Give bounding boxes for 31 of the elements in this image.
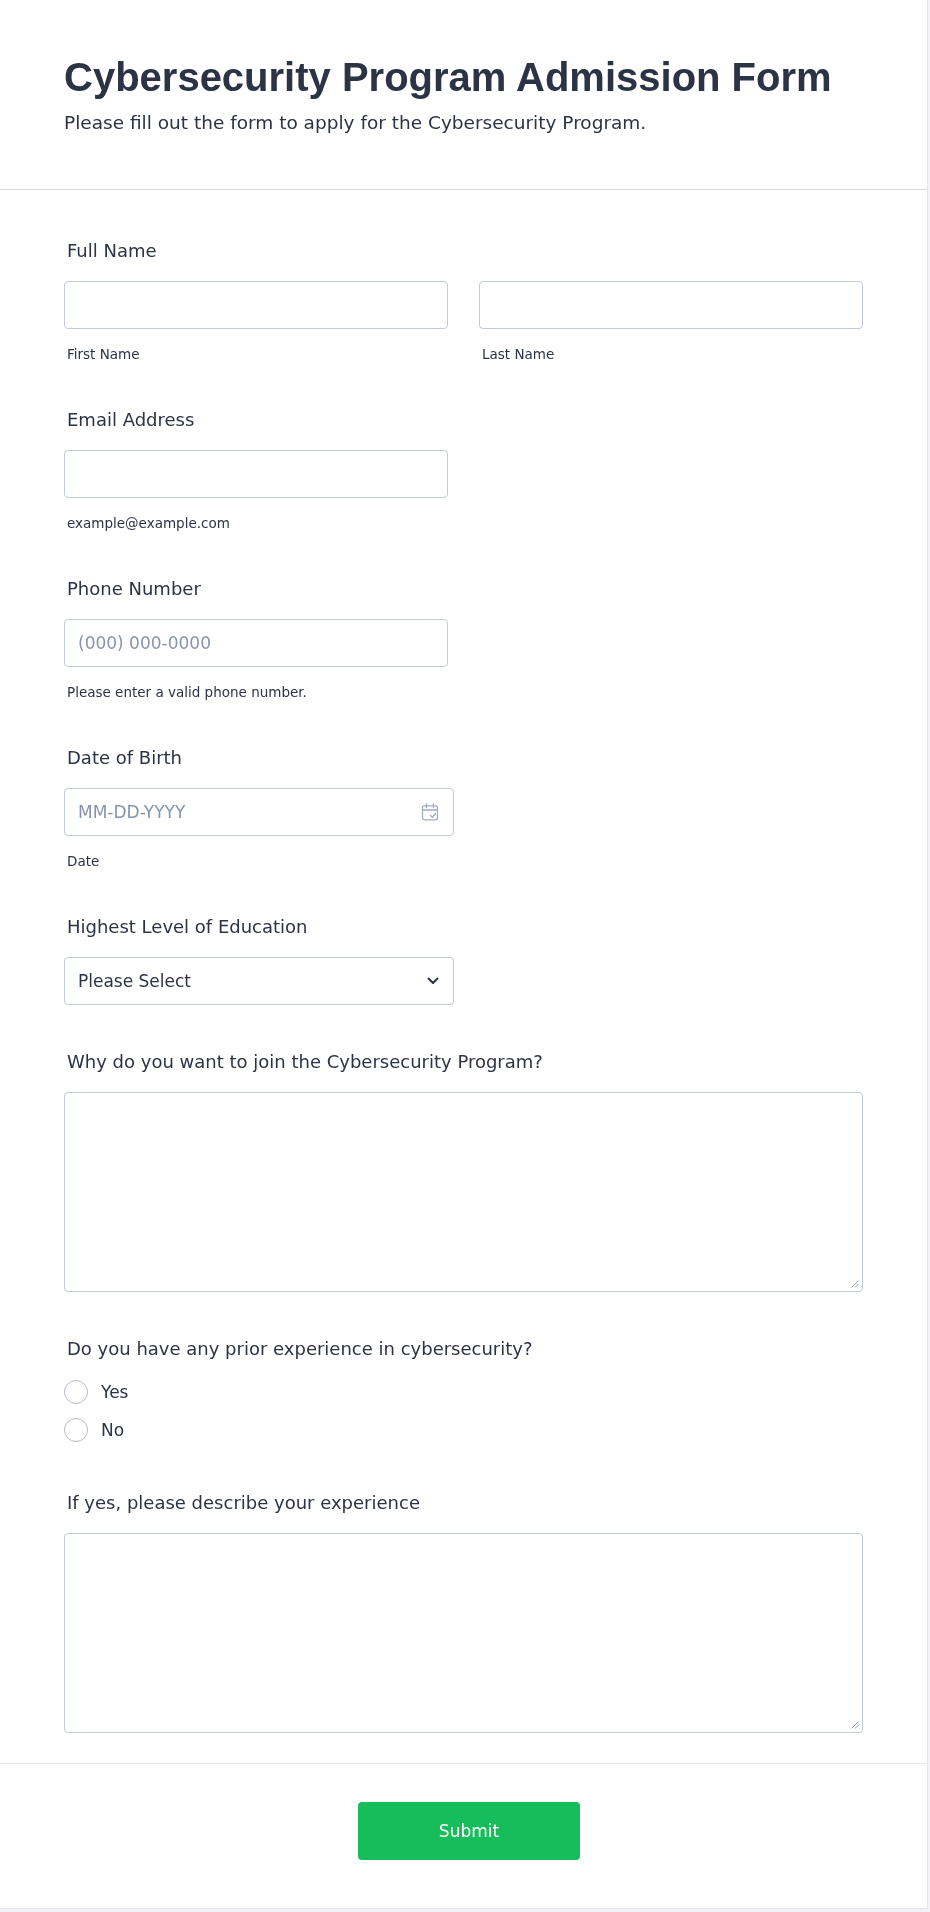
chevron-down-icon [427, 977, 439, 985]
input-field[interactable] [64, 281, 448, 329]
input-field[interactable] [64, 450, 448, 498]
input-field[interactable]: (000) 000-0000 [64, 619, 448, 667]
input-field[interactable] [479, 281, 863, 329]
field-label: If yes, please describe your experience [66, 1491, 421, 1515]
resize-grip-icon[interactable] [851, 1721, 859, 1729]
radio-label[interactable]: No [101, 1418, 125, 1442]
radio-button[interactable] [64, 1418, 88, 1442]
field-sublabel: Please enter a valid phone number. [66, 683, 308, 701]
field-label: Phone Number [66, 577, 202, 601]
radio-button[interactable] [64, 1380, 88, 1404]
textarea-field[interactable] [64, 1092, 863, 1292]
dropdown-select[interactable]: Please Select [64, 957, 454, 1005]
textarea-field[interactable] [64, 1533, 863, 1733]
radio-label[interactable]: Yes [101, 1380, 129, 1404]
field-label: Highest Level of Education [66, 915, 309, 939]
date-input-field[interactable]: MM-DD-YYYY [64, 788, 454, 836]
resize-grip-icon[interactable] [851, 1280, 859, 1288]
form-description: Please fill out the form to apply for the Cybersecurity Program. [64, 111, 648, 135]
field-sublabel: example@example.com [66, 514, 231, 532]
field-label: Email Address [66, 408, 196, 432]
field-label: Full Name [66, 239, 158, 263]
field-label: Do you have any prior experience in cybersecurity? [66, 1337, 534, 1361]
calendar-icon[interactable] [421, 803, 439, 821]
field-label: Date of Birth [66, 746, 184, 770]
field-label: Why do you want to join the Cybersecurity Program? [66, 1050, 544, 1074]
field-sublabel: Date [66, 852, 101, 870]
field-sublabel: First Name [66, 345, 141, 363]
form-title: Cybersecurity Program Admission Form [64, 54, 833, 101]
field-sublabel: Last Name [481, 345, 556, 363]
